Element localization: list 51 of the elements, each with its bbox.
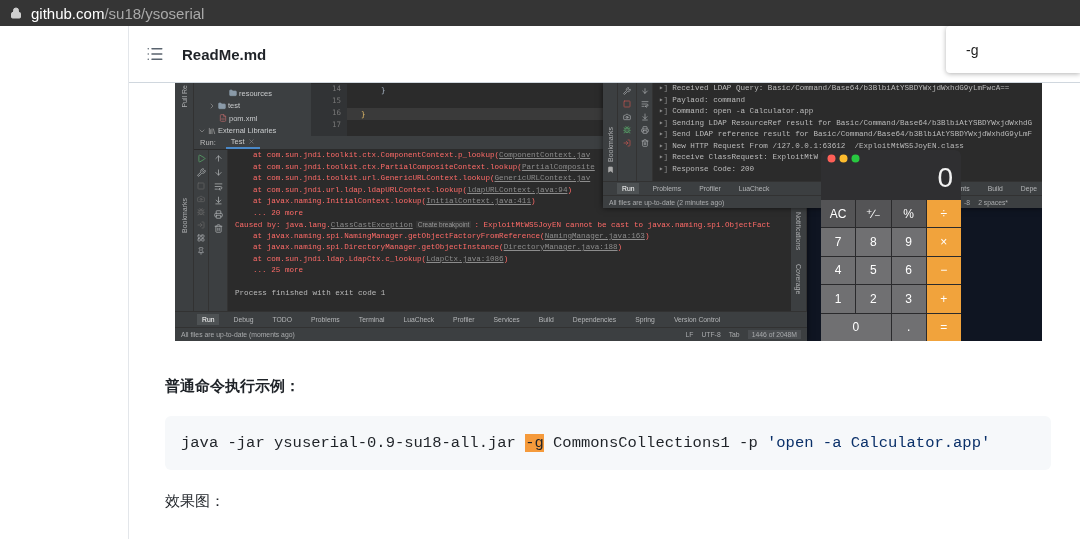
- find-field[interactable]: -g: [946, 26, 1080, 73]
- calculator-key[interactable]: AC: [821, 200, 856, 228]
- bug-icon[interactable]: [197, 208, 205, 216]
- arrow-down-icon[interactable]: [213, 168, 223, 177]
- file-title: ReadMe.md: [182, 45, 267, 63]
- calculator-key[interactable]: 1: [821, 285, 856, 313]
- print-icon[interactable]: [640, 126, 649, 134]
- exit-icon[interactable]: [623, 139, 631, 147]
- calculator-key[interactable]: 7: [821, 228, 856, 256]
- stop-icon[interactable]: [623, 100, 631, 108]
- calculator-key[interactable]: 5: [856, 256, 891, 285]
- pin-icon[interactable]: [197, 247, 205, 255]
- wrap-icon[interactable]: [640, 100, 649, 108]
- scroll-to-end-icon[interactable]: [213, 196, 223, 205]
- folder-icon: [229, 89, 237, 98]
- calculator-key[interactable]: 2: [856, 285, 891, 313]
- scroll-to-end-icon[interactable]: [640, 113, 649, 121]
- calculator-key[interactable]: 3: [891, 285, 926, 313]
- trash-icon[interactable]: [640, 139, 649, 147]
- address-bar-url[interactable]: github.com/su18/ysoserial: [31, 4, 205, 22]
- calculator-key[interactable]: 4: [821, 256, 856, 285]
- wrench-icon[interactable]: [196, 168, 206, 177]
- calculator-key[interactable]: 9: [891, 228, 926, 256]
- calculator-key[interactable]: .: [891, 313, 926, 341]
- print-icon[interactable]: [213, 210, 223, 219]
- calculator-key[interactable]: %: [891, 200, 926, 228]
- code-block: java -jar ysuserial-0.9-su18-all.jar -g CommonsCollections1 -p 'open -a Calculator.app': [165, 416, 1051, 470]
- bookmark-icon[interactable]: [606, 166, 614, 173]
- arrow-down-icon[interactable]: [640, 87, 649, 95]
- close-icon[interactable]: [247, 138, 255, 145]
- folder-icon: [218, 101, 226, 110]
- exit-icon[interactable]: [197, 221, 205, 229]
- calculator-key[interactable]: 8: [856, 228, 891, 256]
- wrench-icon[interactable]: [623, 87, 631, 95]
- section-heading: 效果图：: [165, 492, 226, 511]
- lock-icon: [10, 7, 22, 19]
- calculator-key[interactable]: 0: [821, 313, 891, 341]
- arrow-up-icon[interactable]: [213, 154, 223, 163]
- chevron-right-icon[interactable]: [208, 101, 216, 110]
- trash-icon[interactable]: [213, 224, 223, 233]
- outline-menu-icon[interactable]: [146, 45, 164, 63]
- window-controls-icon[interactable]: [827, 154, 861, 163]
- library-icon: [208, 126, 216, 135]
- bug-icon[interactable]: [623, 126, 631, 134]
- file-icon: [219, 114, 227, 123]
- play-icon[interactable]: [196, 154, 206, 163]
- calculator-key[interactable]: ⁺∕₋: [856, 200, 891, 228]
- wrap-icon[interactable]: [213, 182, 223, 191]
- calculator-display: 0: [937, 163, 953, 193]
- calculator-key[interactable]: 6: [891, 256, 926, 285]
- section-heading: 普通命令执行示例：: [165, 377, 301, 396]
